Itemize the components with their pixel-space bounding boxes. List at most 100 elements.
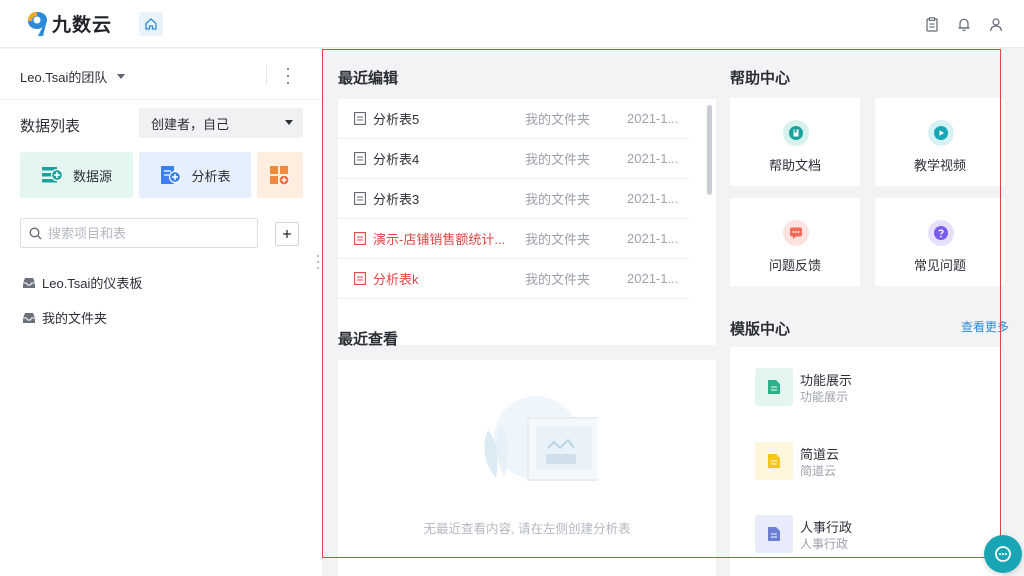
dashboard-add-icon: [270, 166, 290, 186]
search-input[interactable]: [48, 225, 248, 241]
add-item-button[interactable]: [275, 222, 299, 246]
recent-edit-title: 最近编辑: [338, 70, 399, 87]
app-name: 九数云: [52, 15, 113, 36]
recent-folder: 我的文件夹: [525, 272, 591, 287]
document-icon: [354, 192, 366, 205]
help-tile-docs[interactable]: 帮助文档: [730, 98, 860, 186]
recent-name: 演示-店铺销售额统计...: [373, 232, 506, 247]
recent-name: 分析表4: [373, 152, 420, 167]
recent-folder: 我的文件夹: [525, 232, 591, 247]
recent-row[interactable]: 分析表3 我的文件夹 2021-1...: [338, 179, 690, 219]
recent-row[interactable]: 演示-店铺销售额统计... 我的文件夹 2021-1...: [338, 219, 690, 259]
help-tile-feedback[interactable]: 问题反馈: [730, 198, 860, 286]
more-options-icon[interactable]: [282, 66, 294, 86]
create-analysis-label: 分析表: [191, 168, 231, 184]
datasource-add-icon: [41, 167, 63, 183]
help-tile-label: 教学视频: [913, 158, 966, 173]
recent-date: 2021-1...: [627, 271, 679, 286]
recent-folder: 我的文件夹: [525, 192, 591, 207]
chat-icon: [995, 546, 1011, 562]
team-name: Leo.Tsai的团队: [20, 70, 108, 85]
template-subtitle: 人事行政: [800, 537, 849, 551]
template-item[interactable]: 简道云 简道云: [755, 440, 995, 484]
scrollbar[interactable]: [707, 105, 712, 195]
recent-row[interactable]: 分析表4 我的文件夹 2021-1...: [338, 139, 690, 179]
question-icon: [928, 220, 954, 246]
recent-view-panel: 无最近查看内容, 请在左侧创建分析表: [338, 360, 716, 576]
recent-row[interactable]: 分析表k 我的文件夹 2021-1...: [338, 259, 690, 299]
recent-name: 分析表3: [373, 192, 420, 207]
template-subtitle: 功能展示: [800, 390, 849, 404]
help-tile-label: 常见问题: [913, 258, 966, 273]
tree-item-label: Leo.Tsai的仪表板: [42, 276, 143, 291]
clipboard-icon[interactable]: [923, 15, 941, 33]
template-center-title: 模版中心: [730, 321, 791, 338]
tree-item-dashboard[interactable]: Leo.Tsai的仪表板: [22, 273, 142, 292]
recent-name: 分析表5: [373, 112, 420, 127]
logo-icon: [28, 11, 47, 36]
tree-item-label: 我的文件夹: [42, 311, 108, 326]
create-datasource-button[interactable]: 数据源: [20, 152, 133, 198]
bell-icon[interactable]: [955, 15, 973, 33]
divider: [0, 99, 322, 100]
team-selector[interactable]: Leo.Tsai的团队: [20, 67, 126, 86]
recent-date: 2021-1...: [627, 231, 679, 246]
feedback-icon: [783, 220, 809, 246]
recent-name: 分析表k: [373, 272, 419, 287]
home-icon: [145, 18, 157, 30]
blue-doc-icon: [755, 515, 793, 553]
document-icon: [354, 152, 366, 165]
plus-icon: [283, 230, 291, 238]
recent-folder: 我的文件夹: [525, 112, 591, 127]
empty-state-illustration: [484, 396, 598, 481]
empty-state-text: 无最近查看内容, 请在左侧创建分析表: [423, 522, 631, 536]
help-center-title: 帮助中心: [730, 70, 791, 87]
home-button[interactable]: [139, 12, 163, 36]
sidebar-resize-handle[interactable]: [317, 255, 320, 269]
top-bar: 九数云: [0, 0, 1024, 48]
help-tile-label: 问题反馈: [768, 258, 821, 273]
search-icon: [29, 227, 42, 239]
chevron-down-icon: [117, 74, 126, 79]
app-logo[interactable]: 九数云: [26, 10, 112, 37]
create-analysis-button[interactable]: 分析表: [139, 152, 251, 198]
document-icon: [354, 112, 366, 125]
search-field[interactable]: [20, 218, 258, 248]
main-content: 最近编辑 分析表5 我的文件夹 2021-1... 分析表4 我的文件夹 202…: [322, 49, 1024, 576]
recent-view-title: 最近查看: [338, 331, 399, 348]
filter-value: 创建者，自己: [151, 116, 230, 132]
inbox-icon: [23, 312, 35, 323]
tree-item-my-folder[interactable]: 我的文件夹: [22, 308, 107, 327]
create-dashboard-button[interactable]: [257, 152, 303, 198]
template-title: 简道云: [800, 447, 840, 462]
document-icon: [783, 120, 809, 146]
recent-folder: 我的文件夹: [525, 152, 591, 167]
yellow-doc-icon: [755, 442, 793, 480]
help-tile-faq[interactable]: 常见问题: [875, 198, 1005, 286]
inbox-icon: [23, 277, 35, 288]
customer-service-button[interactable]: [984, 535, 1022, 573]
user-icon[interactable]: [987, 15, 1005, 33]
sidebar: Leo.Tsai的团队 数据列表 创建者，自己 数据源 分析表 搜索项目和表 L…: [0, 49, 322, 576]
template-title: 人事行政: [800, 520, 853, 535]
recent-date: 2021-1...: [627, 151, 679, 166]
video-icon: [928, 120, 954, 146]
document-icon: [354, 272, 366, 285]
create-datasource-label: 数据源: [72, 168, 112, 184]
creator-filter-select[interactable]: 创建者，自己: [139, 108, 303, 138]
chevron-down-icon: [285, 120, 293, 125]
data-list-title: 数据列表: [20, 118, 81, 135]
divider: [266, 65, 267, 85]
analysis-add-icon: [161, 166, 182, 184]
recent-edit-list: 分析表5 我的文件夹 2021-1... 分析表4 我的文件夹 2021-1..…: [338, 99, 716, 345]
recent-row[interactable]: 分析表5 我的文件夹 2021-1...: [338, 99, 690, 139]
template-item[interactable]: 人事行政 人事行政: [755, 513, 995, 557]
template-title: 功能展示: [800, 373, 853, 388]
help-tile-label: 帮助文档: [768, 158, 821, 173]
document-icon: [354, 232, 366, 245]
help-tile-videos[interactable]: 教学视频: [875, 98, 1005, 186]
see-more-link[interactable]: 查看更多: [961, 318, 1009, 335]
green-doc-icon: [755, 368, 793, 406]
template-item[interactable]: 功能展示 功能展示: [755, 366, 995, 410]
recent-date: 2021-1...: [627, 111, 679, 126]
